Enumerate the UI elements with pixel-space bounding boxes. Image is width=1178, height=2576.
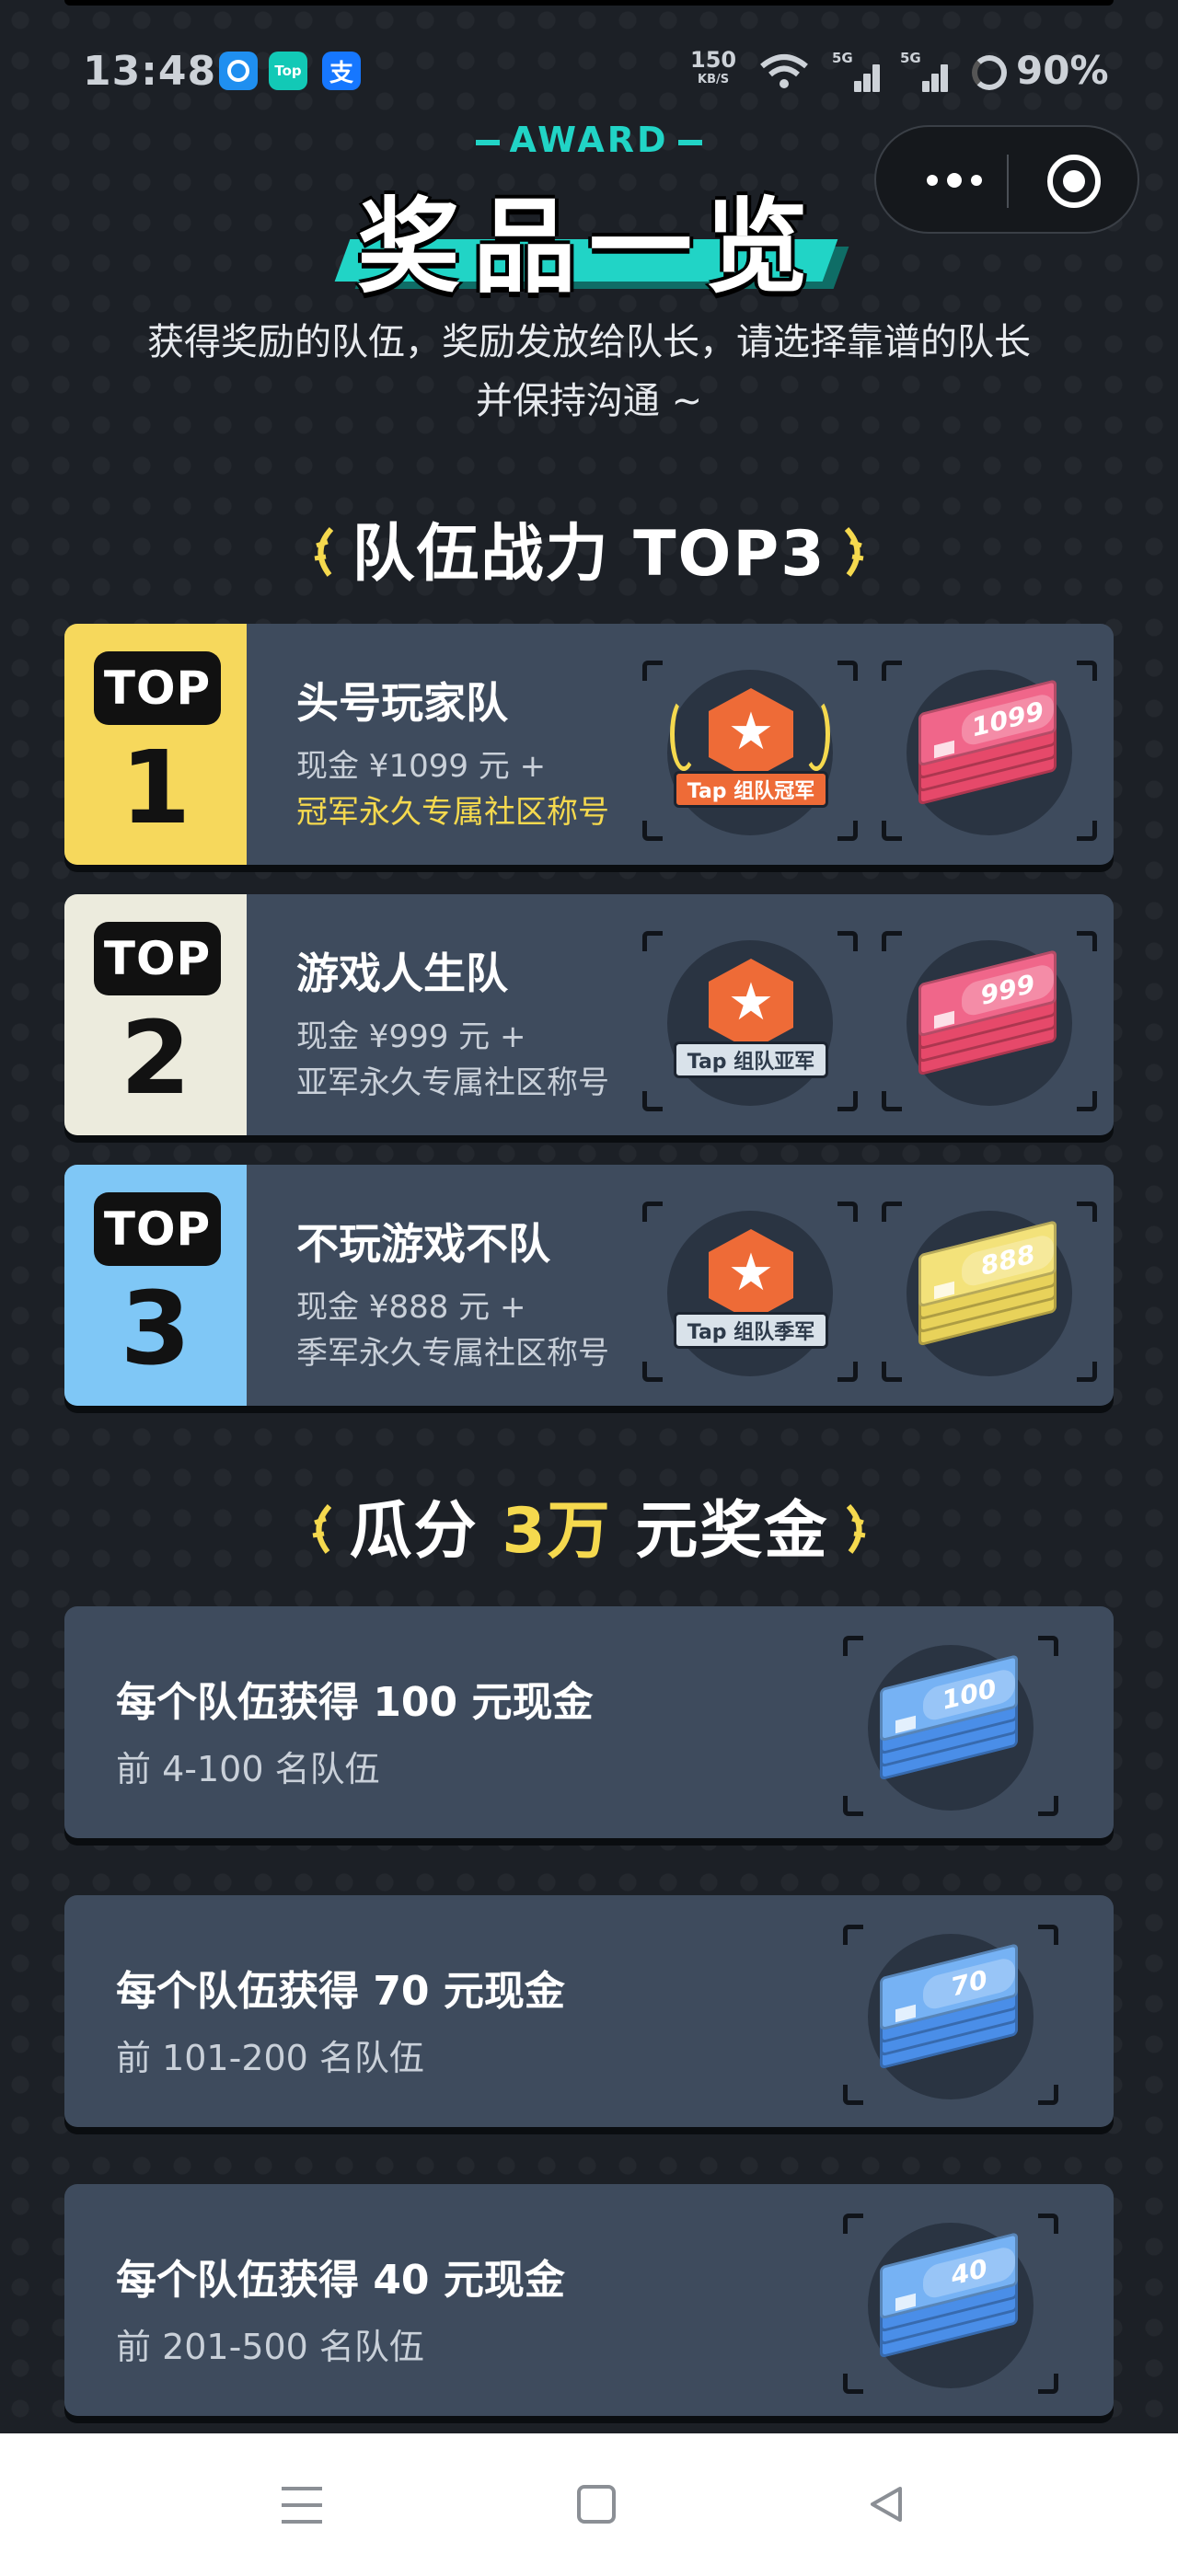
star-icon: ★: [727, 972, 775, 1032]
team-prize: 现金 ¥1099 元 + 冠军永久专属社区称号: [296, 743, 609, 835]
top3-heading-text: 队伍战力 TOP3: [352, 518, 826, 591]
back-icon[interactable]: [865, 2483, 907, 2525]
cash-reward-slot: 999: [882, 931, 1097, 1111]
badge-reward-slot: ★ Tap 组队冠军: [642, 661, 858, 841]
home-icon[interactable]: [577, 2485, 616, 2524]
intro-text: 获得奖励的队伍，奖励发放给队长，请选择靠谱的队长并保持沟通 ~: [147, 321, 1031, 422]
network-speed: 150 KB/S: [690, 47, 737, 90]
rank-number: 3: [120, 1270, 191, 1387]
cash-reward-slot: 888: [882, 1202, 1097, 1382]
star-icon: ★: [727, 1243, 775, 1303]
rank-box: TOP 1: [64, 624, 247, 865]
rank-box: TOP 2: [64, 894, 247, 1135]
team-name: 不玩游戏不队: [296, 1219, 550, 1269]
cash-reward-slot: 1099: [882, 661, 1097, 841]
prize-title-line: 亚军永久专属社区称号: [296, 1064, 609, 1101]
rank-number: 2: [120, 999, 191, 1117]
top-badge: TOP: [94, 651, 221, 725]
star-icon: ★: [727, 702, 775, 762]
rank-number: 1: [120, 729, 191, 846]
app-notification-icon: [219, 52, 258, 90]
signal-1-label: 5G: [832, 50, 853, 66]
page-title: 奖品一览: [357, 188, 821, 307]
wifi-icon: [760, 54, 808, 88]
battery-icon: [972, 55, 1007, 90]
menu-icon[interactable]: [282, 2487, 322, 2524]
prize-tier-card-3: 每个队伍获得 40 元现金 前 201-500 名队伍 40: [64, 2184, 1114, 2416]
pool-heading-amount: 3万: [502, 1495, 612, 1568]
network-speed-unit: KB/S: [698, 73, 730, 86]
top-team-card-2: TOP 2 游戏人生队 现金 ¥999 元 + 亚军永久专属社区称号 ★ Tap…: [64, 894, 1114, 1135]
top-team-card-1: TOP 1 头号玩家队 现金 ¥1099 元 + 冠军永久专属社区称号 ★ Ta…: [64, 624, 1114, 865]
tier-title: 每个队伍获得 100 元现金: [116, 1679, 594, 1726]
signal-2-label: 5G: [900, 50, 921, 66]
tier-range: 前 101-200 名队伍: [116, 2038, 424, 2078]
prize-tier-card-1: 每个队伍获得 100 元现金 前 4-100 名队伍 100: [64, 1606, 1114, 1838]
dash-decoration: [677, 139, 702, 145]
prize-cash-line: 现金 ¥888 元 +: [296, 1289, 526, 1326]
status-bar: 13:48 Top 支 150 KB/S 5G 5G 90%: [0, 37, 1178, 110]
laurel-left-icon: [315, 527, 334, 578]
badge-label: Tap 组队冠军: [674, 771, 828, 808]
top-team-card-3: TOP 3 不玩游戏不队 现金 ¥888 元 + 季军永久专属社区称号 ★ Ta…: [64, 1165, 1114, 1406]
tier-range: 前 4-100 名队伍: [116, 1749, 380, 1789]
wreath-right-icon: [803, 697, 830, 771]
badge-label: Tap 组队亚军: [674, 1041, 828, 1078]
laurel-right-icon: [847, 1504, 866, 1555]
prize-title-line: 季军永久专属社区称号: [296, 1335, 609, 1372]
team-name: 头号玩家队: [296, 678, 508, 728]
network-speed-value: 150: [690, 47, 737, 73]
cash-reward-slot: 70: [843, 1925, 1058, 2105]
top3-heading: 队伍战力 TOP3: [0, 502, 1178, 593]
tier-range: 前 201-500 名队伍: [116, 2327, 424, 2367]
laurel-left-icon: [312, 1504, 331, 1555]
prize-cash-line: 现金 ¥1099 元 +: [296, 748, 547, 785]
top-badge: TOP: [94, 922, 221, 995]
badge-label: Tap 组队季军: [674, 1312, 828, 1349]
taptap-notification-icon: Top: [269, 52, 307, 90]
screen-notch-edge: [64, 0, 1114, 6]
dash-decoration: [476, 139, 501, 145]
prize-tier-card-2: 每个队伍获得 70 元现金 前 101-200 名队伍 70: [64, 1895, 1114, 2127]
prize-cash-line: 现金 ¥999 元 +: [296, 1018, 526, 1055]
prize-title-line: 冠军永久专属社区称号: [296, 794, 609, 831]
badge-reward-slot: ★ Tap 组队亚军: [642, 931, 858, 1111]
top-badge: TOP: [94, 1192, 221, 1266]
award-subtitle: AWARD: [0, 120, 1178, 160]
team-prize: 现金 ¥888 元 + 季军永久专属社区称号: [296, 1284, 609, 1376]
award-subtitle-text: AWARD: [509, 120, 669, 160]
prize-pool-heading: 瓜分 3万 元奖金: [0, 1479, 1178, 1570]
pool-heading-pre: 瓜分: [349, 1495, 479, 1568]
pool-heading-post: 元奖金: [635, 1495, 829, 1568]
tier-title: 每个队伍获得 40 元现金: [116, 2257, 565, 2304]
signal-icon-2: 5G: [900, 50, 953, 92]
rank-box: TOP 3: [64, 1165, 247, 1406]
battery-level: 90%: [1016, 48, 1109, 93]
alipay-notification-icon: 支: [322, 52, 361, 90]
system-navigation-bar: [0, 2433, 1178, 2576]
signal-icon-1: 5G: [832, 50, 885, 92]
wreath-left-icon: [670, 697, 698, 771]
status-time: 13:48: [83, 48, 217, 95]
team-name: 游戏人生队: [296, 949, 508, 998]
laurel-right-icon: [844, 527, 863, 578]
team-prize: 现金 ¥999 元 + 亚军永久专属社区称号: [296, 1014, 609, 1106]
cash-reward-slot: 100: [843, 1636, 1058, 1816]
cash-reward-slot: 40: [843, 2214, 1058, 2394]
tier-title: 每个队伍获得 70 元现金: [116, 1968, 565, 2015]
badge-reward-slot: ★ Tap 组队季军: [642, 1202, 858, 1382]
